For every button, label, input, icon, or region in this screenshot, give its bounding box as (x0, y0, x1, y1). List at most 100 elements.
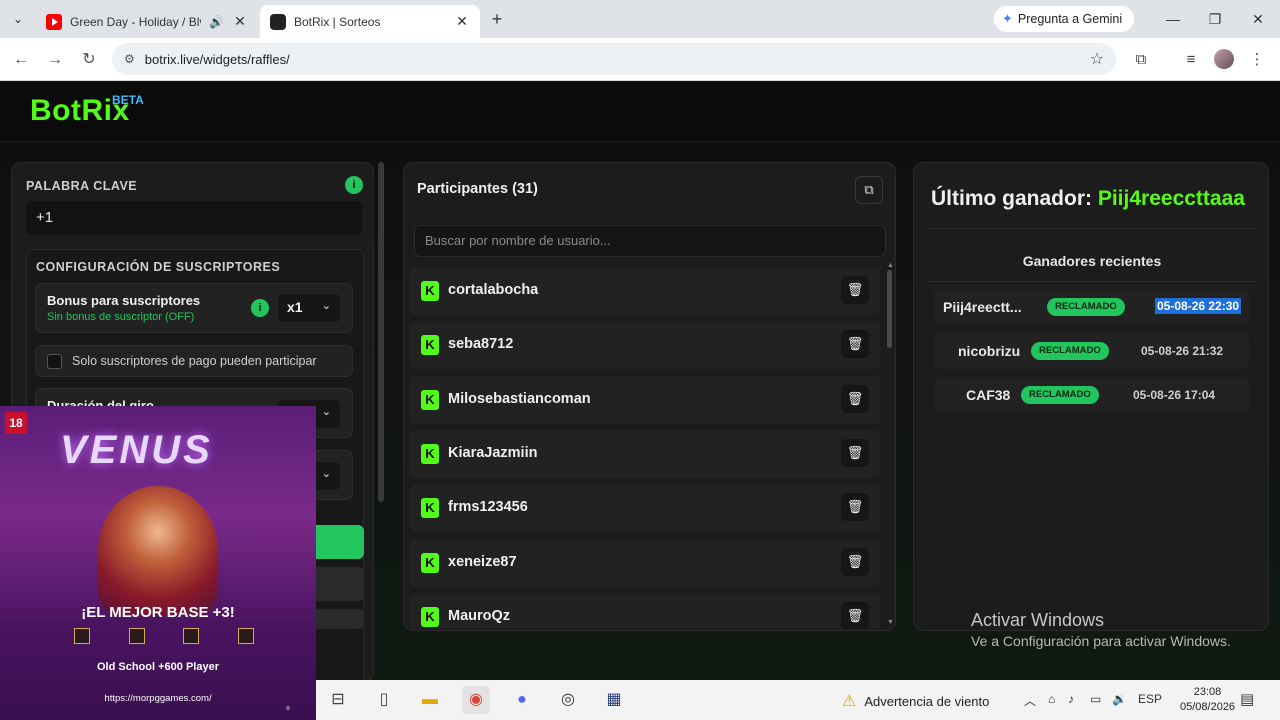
info-icon[interactable]: i (251, 299, 269, 317)
obs-icon[interactable]: ◎ (554, 686, 582, 714)
game-logo: VENUS (60, 428, 213, 472)
recent-winners-title: Ganadores recientes (1022, 253, 1162, 269)
microphone-icon[interactable]: ♪ (1068, 692, 1074, 706)
hero-character-image (98, 486, 218, 616)
forward-icon[interactable]: → (44, 49, 66, 71)
app-icon[interactable]: ▦ (600, 686, 628, 714)
trash-icon[interactable]: 🗑 (841, 493, 869, 522)
site-info-icon[interactable]: ⚙ (124, 52, 135, 66)
task-view-icon[interactable]: ⊟ (324, 686, 352, 714)
system-clock[interactable]: 23:08 05/08/2026 (1180, 685, 1235, 715)
weather-text: Advertencia de viento (864, 693, 990, 709)
keyword-label: PALABRA CLAVE (26, 179, 138, 193)
participant-name: frms123456 (448, 499, 528, 516)
gemini-button[interactable]: ✦ Pregunta a Gemini (994, 6, 1134, 32)
winner-date: 05-08-26 21:32 (1141, 344, 1224, 358)
copy-icon[interactable]: ⧉ (855, 176, 883, 204)
participant-row[interactable]: K Milosebastiancoman 🗑 (410, 375, 880, 424)
ad-subline: Old School +600 Player (97, 661, 219, 673)
activate-windows-watermark: Activar Windows Ve a Configuración para … (971, 610, 1231, 649)
winner-name: Piij4reectt... (943, 299, 1022, 315)
claimed-badge: RECLAMADO (1031, 342, 1109, 360)
trash-icon[interactable]: 🗑 (841, 330, 869, 359)
scroll-down-icon[interactable]: ▼ (887, 619, 894, 626)
kick-icon: K (421, 335, 439, 356)
reload-icon[interactable]: ↻ (78, 49, 100, 71)
bookmark-star-icon[interactable]: ☆ (1090, 49, 1104, 69)
trash-icon[interactable]: 🗑 (841, 276, 869, 304)
winner-row[interactable]: CAF38 RECLAMADO 05-08-26 17:04 (934, 377, 1249, 413)
feature-icon (128, 628, 145, 644)
camera-icon[interactable]: ⌂ (1048, 692, 1055, 706)
chevron-up-icon[interactable]: ︿ (1024, 692, 1036, 709)
scroll-up-icon[interactable]: ▲ (887, 262, 894, 269)
claimed-badge: RECLAMADO (1021, 386, 1099, 404)
language-indicator[interactable]: ESP (1138, 692, 1162, 706)
tab-youtube[interactable]: Green Day - Holiday / Blvd. 🔊 ✕ (36, 5, 258, 38)
participant-name: Milosebastiancoman (448, 390, 591, 407)
restore-icon[interactable]: ❐ (1200, 9, 1230, 29)
back-icon[interactable]: ← (10, 49, 32, 71)
discord-icon[interactable]: ● (508, 686, 536, 714)
participant-name: xeneize87 (448, 553, 517, 570)
close-tab-icon[interactable]: ✕ (454, 13, 470, 30)
feature-icon (74, 628, 90, 644)
participant-row[interactable]: Kseba8712 🗑 (410, 321, 880, 370)
tab-title: BotRix | Sorteos (294, 14, 381, 29)
last-winner-name: Piij4reeccttaaa (1097, 187, 1245, 210)
paid-only-option[interactable]: Solo suscriptores de pago pueden partici… (35, 345, 353, 377)
winner-row[interactable]: Piij4reectt... RECLAMADO 05-08-26 22:30 (934, 289, 1249, 325)
participant-row[interactable]: Kcortalabocha 🗑 (410, 267, 880, 315)
winner-row[interactable]: nicobrizu RECLAMADO 05-08-26 21:32 (934, 333, 1249, 369)
close-window-icon[interactable]: ✕ (1243, 9, 1273, 29)
trash-icon[interactable]: 🗑 (841, 601, 869, 629)
tab-search-chevron-icon[interactable]: ⌄ (8, 9, 28, 29)
participant-scrollbar[interactable] (887, 270, 892, 348)
activate-title: Activar Windows (971, 610, 1105, 630)
bonus-multiplier-value: x1 (287, 299, 303, 315)
botrix-favicon-icon (270, 13, 286, 30)
extensions-icon[interactable]: ⧉ (1130, 49, 1152, 71)
paid-only-checkbox[interactable] (47, 354, 62, 369)
participant-row[interactable]: Kxeneize87 🗑 (410, 538, 880, 587)
feature-icon (183, 628, 200, 644)
address-bar[interactable]: ⚙ botrix.live/widgets/raffles/ ☆ (112, 43, 1116, 75)
menu-icon[interactable]: ⋮ (1246, 49, 1268, 71)
participant-row[interactable]: Kfrms123456 🗑 (410, 484, 880, 533)
minimize-icon[interactable]: — (1158, 9, 1188, 29)
volume-icon[interactable]: 🔉 (1112, 692, 1127, 706)
info-icon[interactable]: i (345, 176, 363, 194)
network-icon[interactable]: ▭ (1090, 692, 1101, 706)
weather-widget[interactable]: ⚠ Advertencia de viento (842, 691, 989, 711)
new-tab-button[interactable]: + (486, 8, 508, 30)
close-tab-icon[interactable]: ✕ (232, 13, 248, 30)
kick-icon: K (421, 606, 439, 627)
audio-icon[interactable]: 🔊 (209, 15, 224, 29)
last-winner-label: Último ganador: (931, 187, 1092, 210)
ad-url[interactable]: https://morpggames.com/ (0, 693, 316, 704)
tab-botrix[interactable]: BotRix | Sorteos ✕ (260, 5, 480, 38)
settings-scrollbar[interactable] (378, 162, 384, 502)
trash-icon[interactable]: 🗑 (841, 438, 869, 467)
chevron-down-icon: ⌄ (321, 300, 331, 312)
keyword-input[interactable]: +1 (26, 201, 362, 235)
notification-icon[interactable]: ▤ (1240, 690, 1254, 708)
participant-search-input[interactable]: Buscar por nombre de usuario... (414, 225, 886, 257)
game-ad-banner[interactable]: 18 VENUS ¡EL MEJOR BASE +3! Old School +… (0, 406, 316, 720)
bonus-multiplier-select[interactable]: x1 ⌄ (278, 294, 340, 322)
folder-icon[interactable]: ▬ (416, 686, 444, 714)
participant-row[interactable]: K KiaraJazmiin 🗑 (410, 429, 880, 478)
trash-icon[interactable]: 🗑 (841, 384, 869, 413)
profile-avatar[interactable] (1214, 49, 1234, 69)
chevron-down-icon: ⌄ (321, 406, 331, 418)
kick-icon: K (421, 498, 439, 519)
bonus-subtitle: Sin bonus de suscriptor (OFF) (47, 311, 195, 323)
participant-name: seba8712 (448, 336, 514, 353)
windows-taskbar: ⊟ ▯ ▬ ◉ ● ◎ ▦ ⚠ Advertencia de viento ︿ … (316, 680, 1280, 720)
subscriber-config-label: CONFIGURACIÓN DE SUSCRIPTORES (36, 260, 281, 274)
media-control-icon[interactable]: ≡ (1180, 49, 1202, 71)
chrome-icon[interactable]: ◉ (462, 686, 490, 714)
participant-row[interactable]: K MauroQz 🗑 (410, 592, 880, 629)
trash-icon[interactable]: 🗑 (841, 547, 869, 576)
file-icon[interactable]: ▯ (370, 686, 398, 714)
